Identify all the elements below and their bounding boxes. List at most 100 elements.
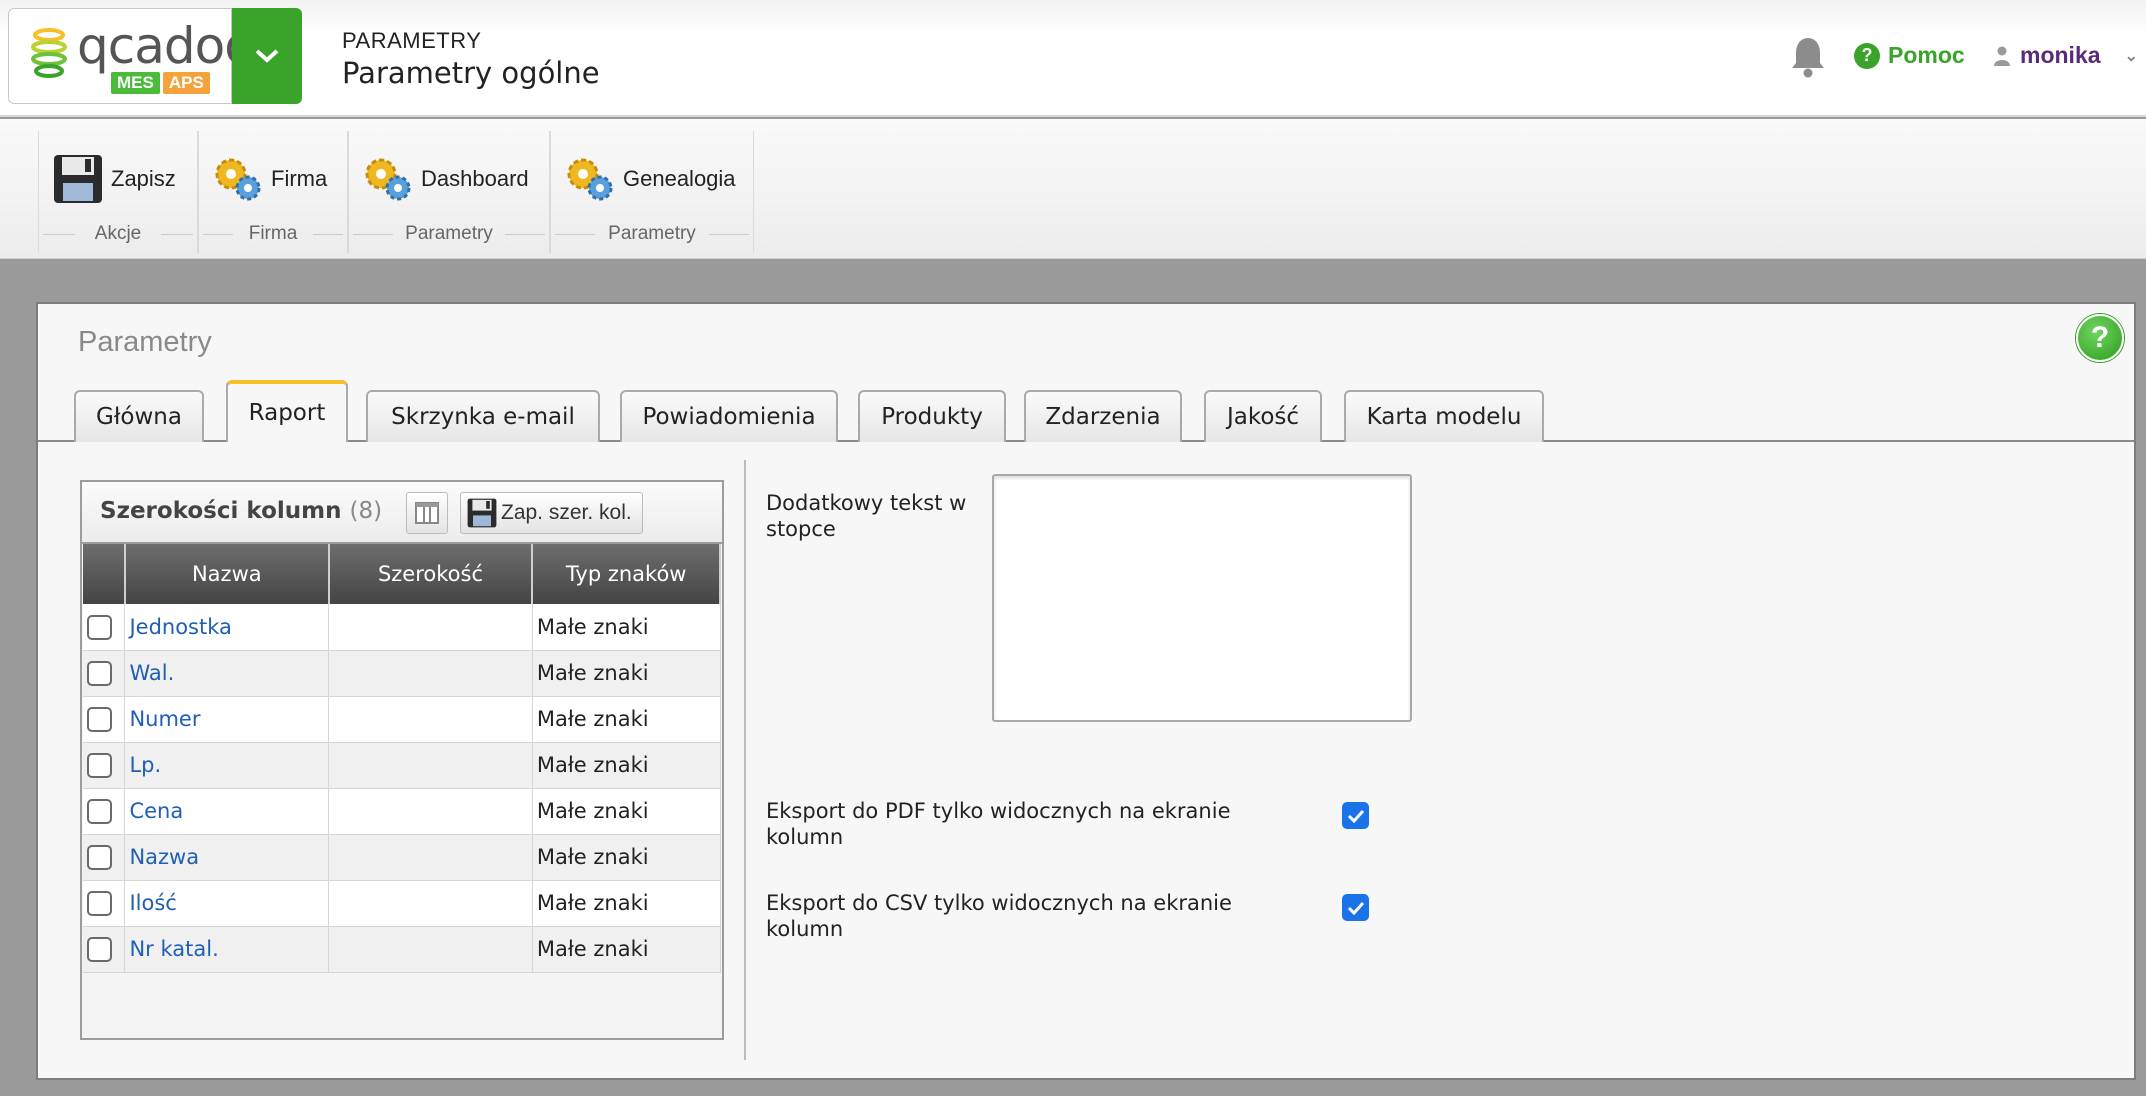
row-checkbox[interactable]: [87, 936, 112, 962]
columns-icon: [415, 502, 439, 524]
row-name-link[interactable]: Cena: [124, 788, 330, 835]
company-button[interactable]: Firma: [213, 149, 327, 209]
grid-title: Szerokości kolumn: [100, 498, 342, 524]
row-width-cell[interactable]: [328, 696, 533, 743]
row-name-link[interactable]: Ilość: [124, 880, 330, 927]
tab-glowna[interactable]: Główna: [74, 390, 204, 442]
chevron-down-icon: [255, 49, 279, 63]
gears-icon: [215, 158, 261, 201]
column-widths-grid: Szerokości kolumn (8) Zap. szer. kol. Na…: [80, 480, 724, 1040]
tab-produkty[interactable]: Produkty: [858, 390, 1006, 442]
question-icon: ?: [1854, 42, 1880, 69]
row-name-link[interactable]: Wal.: [124, 650, 330, 697]
row-name-link[interactable]: Nazwa: [124, 834, 330, 881]
company-button-label: Firma: [271, 166, 328, 191]
footer-text-textarea[interactable]: [992, 474, 1412, 722]
column-header-szerokosc[interactable]: Szerokość: [328, 544, 534, 604]
app-logo[interactable]: qcadoo MES APS: [8, 8, 255, 104]
row-checkbox[interactable]: [87, 660, 112, 686]
row-width-cell[interactable]: [328, 650, 533, 697]
select-column-header: [83, 544, 126, 604]
main-menu-toggle-button[interactable]: [232, 8, 302, 104]
parameters-panel: Parametry ? Główna Raport Skrzynka e-mai…: [36, 302, 2136, 1080]
row-checkbox[interactable]: [87, 614, 112, 640]
tab-karta-modelu[interactable]: Karta modelu: [1344, 390, 1544, 442]
user-menu[interactable]: monika ⌄: [1994, 42, 2138, 69]
help-link[interactable]: ? Pomoc: [1854, 42, 1965, 69]
tab-skrzynka-email[interactable]: Skrzynka e-mail: [366, 390, 600, 442]
table-row[interactable]: Cena Małe znaki: [83, 788, 721, 835]
row-checkbox[interactable]: [87, 890, 112, 916]
row-width-cell[interactable]: [328, 742, 533, 789]
logo-swirl-icon: [31, 28, 67, 78]
ribbon-group-label: Akcje: [39, 223, 197, 245]
checkmark-icon: [1347, 901, 1364, 915]
save-column-widths-label: Zap. szer. kol.: [501, 501, 632, 524]
row-width-cell[interactable]: [328, 926, 533, 973]
floppy-disk-icon: [467, 498, 497, 528]
floppy-disk-icon: [54, 155, 102, 203]
row-checkbox[interactable]: [87, 752, 112, 778]
tab-zdarzenia[interactable]: Zdarzenia: [1024, 390, 1182, 442]
row-width-cell[interactable]: [328, 604, 533, 651]
table-row[interactable]: Lp. Małe znaki: [83, 742, 721, 789]
save-button[interactable]: Zapisz: [53, 149, 176, 209]
user-icon: [1994, 46, 2010, 66]
user-name: monika: [2020, 42, 2101, 68]
table-row[interactable]: Numer Małe znaki: [83, 696, 721, 743]
pdf-export-label: Eksport do PDF tylko widocznych na ekran…: [766, 799, 1231, 849]
row-checkbox[interactable]: [87, 844, 112, 870]
table-row[interactable]: Nazwa Małe znaki: [83, 834, 721, 881]
tab-powiadomienia[interactable]: Powiadomienia: [620, 390, 838, 442]
column-header-nazwa[interactable]: Nazwa: [124, 544, 330, 604]
table-row[interactable]: Ilość Małe znaki: [83, 880, 721, 927]
csv-export-checkbox[interactable]: [1342, 894, 1369, 921]
columns-toggle-button[interactable]: [406, 492, 448, 534]
row-checkbox[interactable]: [87, 706, 112, 732]
pdf-export-checkbox[interactable]: [1342, 802, 1369, 829]
tab-jakosc[interactable]: Jakość: [1204, 390, 1322, 442]
logo-badge-mes: MES: [111, 72, 160, 94]
row-name-link[interactable]: Numer: [124, 696, 330, 743]
checkmark-icon: [1347, 809, 1364, 823]
notifications-bell-icon[interactable]: [1790, 36, 1826, 83]
genealogy-button-label: Genealogia: [623, 166, 736, 191]
help-link-label: Pomoc: [1888, 42, 1965, 68]
tab-raport[interactable]: Raport: [226, 380, 348, 442]
top-header: qcadoo MES APS PARAMETRY Parametry ogóln…: [0, 0, 2146, 117]
row-width-cell[interactable]: [328, 834, 533, 881]
panel-title: Parametry: [78, 326, 212, 358]
row-name-link[interactable]: Nr katal.: [124, 926, 330, 973]
column-header-typ-znakow[interactable]: Typ znaków: [532, 544, 721, 604]
row-checkbox[interactable]: [87, 798, 112, 824]
gears-icon: [567, 158, 613, 201]
row-width-cell[interactable]: [328, 788, 533, 835]
save-button-label: Zapisz: [111, 166, 176, 191]
ribbon-group-label: Parametry: [349, 223, 549, 245]
genealogy-button[interactable]: Genealogia: [565, 149, 736, 209]
ribbon-group-parametry-dashboard: Dashboard Parametry: [348, 131, 550, 253]
table-row[interactable]: Nr katal. Małe znaki: [83, 926, 721, 973]
logo-text: qcadoo: [77, 17, 255, 75]
row-type-cell: Małe znaki: [532, 788, 721, 835]
page-title: Parametry ogólne: [342, 56, 600, 90]
csv-export-label: Eksport do CSV tylko widocznych na ekran…: [766, 891, 1232, 941]
row-name-link[interactable]: Lp.: [124, 742, 330, 789]
ribbon-group-akcje: Zapisz Akcje: [38, 131, 198, 253]
footer-text-label: Dodatkowy tekst w stopce: [766, 491, 967, 541]
table-row[interactable]: Wal. Małe znaki: [83, 650, 721, 697]
table-row[interactable]: Jednostka Małe znaki: [83, 604, 721, 651]
dashboard-button-label: Dashboard: [421, 166, 529, 191]
ribbon-toolbar: Zapisz Akcje Firma Firma Dashboard Param…: [0, 119, 2146, 259]
save-column-widths-button[interactable]: Zap. szer. kol.: [460, 492, 643, 534]
help-icon[interactable]: ?: [2076, 314, 2124, 362]
row-type-cell: Małe znaki: [532, 880, 721, 927]
ribbon-group-label: Firma: [199, 223, 347, 245]
dashboard-button[interactable]: Dashboard: [363, 149, 529, 209]
ribbon-group-parametry-genealogia: Genealogia Parametry: [550, 131, 754, 253]
gears-icon: [365, 158, 411, 201]
row-type-cell: Małe znaki: [532, 834, 721, 881]
row-name-link[interactable]: Jednostka: [124, 604, 330, 651]
row-width-cell[interactable]: [328, 880, 533, 927]
grid-header: Szerokości kolumn (8) Zap. szer. kol.: [82, 482, 722, 544]
